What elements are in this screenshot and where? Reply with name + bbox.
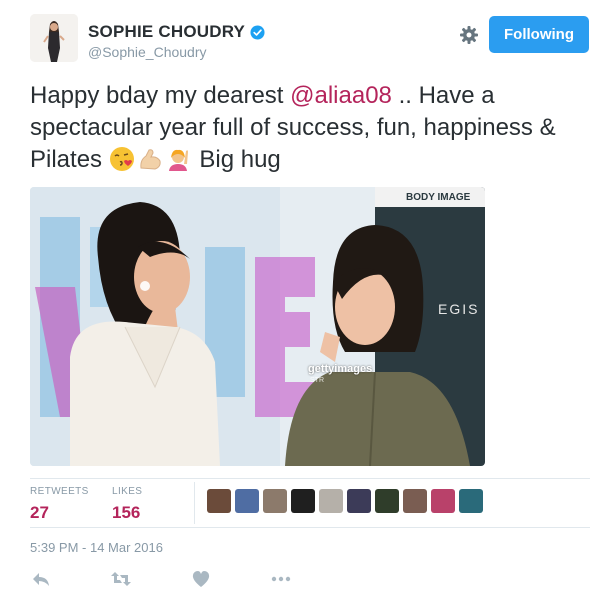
mention-link[interactable]: @aliaa08 bbox=[290, 82, 392, 109]
avatar[interactable] bbox=[30, 14, 78, 62]
tweet-actions bbox=[30, 568, 330, 592]
liker-avatar[interactable] bbox=[319, 489, 343, 513]
retweets-stat[interactable]: RETWEETS 27 bbox=[30, 486, 89, 523]
more-icon[interactable] bbox=[270, 568, 292, 590]
liker-avatar[interactable] bbox=[347, 489, 371, 513]
likes-count: 156 bbox=[112, 503, 141, 522]
flexed-biceps-emoji bbox=[140, 149, 161, 170]
getty-watermark-sub: STR bbox=[310, 377, 324, 384]
user-name-text: SOPHIE CHOUDRY bbox=[88, 22, 246, 41]
reply-icon[interactable] bbox=[30, 568, 52, 590]
divider-bottom bbox=[30, 527, 590, 528]
verified-badge-icon bbox=[250, 24, 265, 40]
retweets-count: 27 bbox=[30, 503, 49, 522]
liker-avatar[interactable] bbox=[403, 489, 427, 513]
liker-avatar[interactable] bbox=[375, 489, 399, 513]
likes-stat[interactable]: LIKES 156 bbox=[112, 486, 142, 523]
liker-avatars bbox=[207, 489, 483, 513]
liker-avatar[interactable] bbox=[235, 489, 259, 513]
liker-avatar[interactable] bbox=[459, 489, 483, 513]
stats-divider bbox=[194, 482, 195, 524]
retweets-label: RETWEETS bbox=[30, 486, 89, 497]
user-handle[interactable]: @Sophie_Choudry bbox=[88, 44, 207, 60]
like-icon[interactable] bbox=[190, 568, 212, 590]
tweet-stats: RETWEETS 27 LIKES 156 bbox=[30, 482, 590, 524]
raising-hand-emoji bbox=[168, 149, 188, 171]
retweet-icon[interactable] bbox=[110, 568, 132, 590]
tweet-photo[interactable]: BODY IMAGE EGIS gettyimages STR bbox=[30, 187, 485, 466]
divider-top bbox=[30, 478, 590, 479]
following-button[interactable]: Following bbox=[489, 16, 589, 53]
gear-icon[interactable] bbox=[459, 25, 479, 45]
tweet-text: Happy bday my dearest @aliaa08 .. Have a… bbox=[30, 80, 590, 176]
liker-avatar[interactable] bbox=[207, 489, 231, 513]
liker-avatar[interactable] bbox=[431, 489, 455, 513]
getty-watermark: gettyimages bbox=[308, 363, 373, 375]
liker-avatar[interactable] bbox=[291, 489, 315, 513]
liker-avatar[interactable] bbox=[263, 489, 287, 513]
kiss-face-emoji bbox=[109, 147, 134, 171]
tweet-text-end: Big hug bbox=[192, 146, 281, 173]
banner-text: BODY IMAGE bbox=[406, 192, 471, 203]
banner-side-text: EGIS bbox=[438, 301, 479, 317]
tweet-timestamp[interactable]: 5:39 PM - 14 Mar 2016 bbox=[30, 540, 163, 555]
likes-label: LIKES bbox=[112, 486, 143, 497]
tweet-text-before: Happy bday my dearest bbox=[30, 82, 291, 109]
user-name[interactable]: SOPHIE CHOUDRY bbox=[88, 22, 265, 42]
